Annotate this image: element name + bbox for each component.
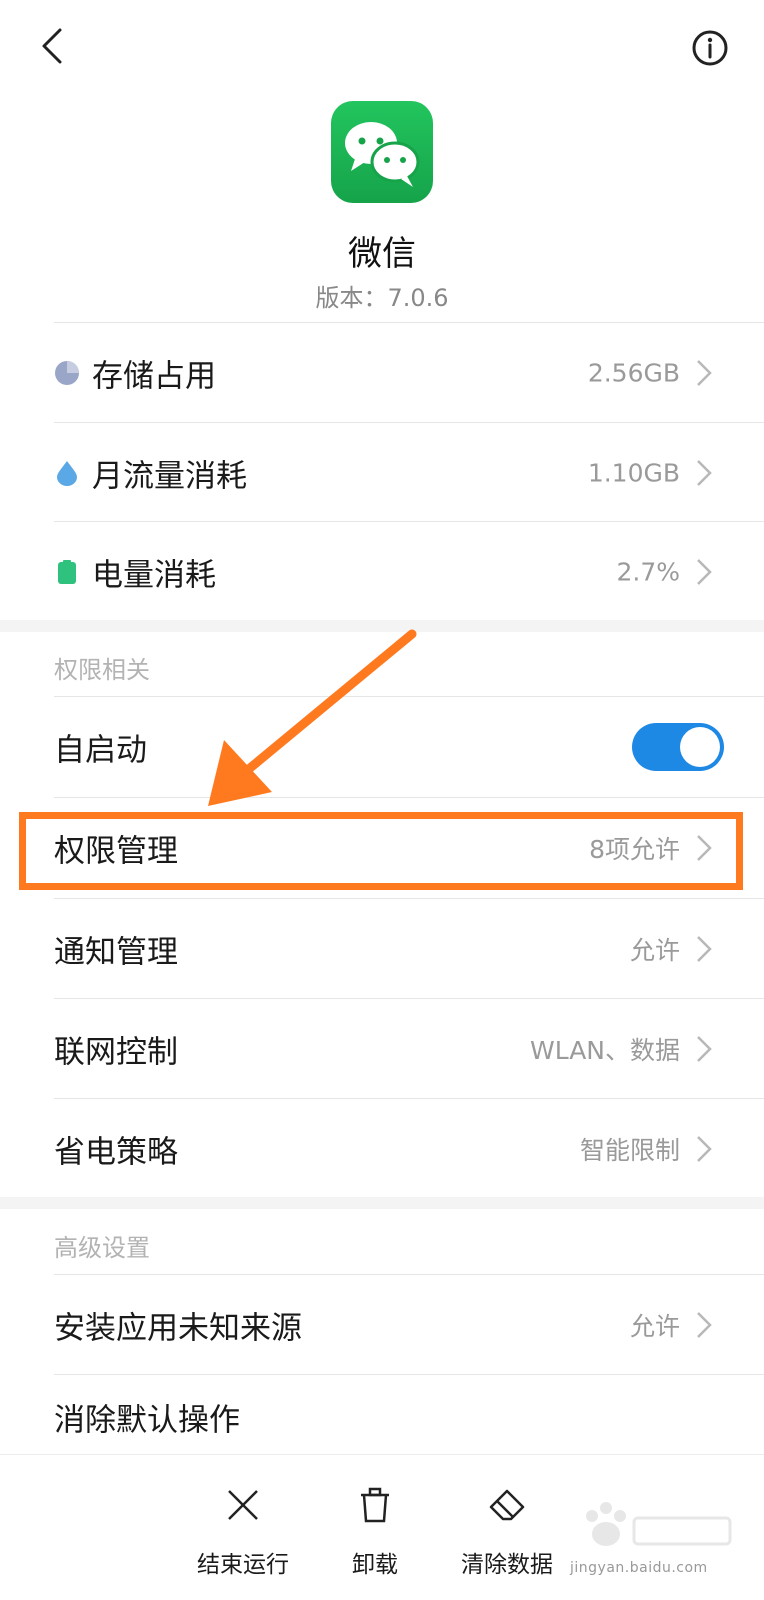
chevron-right-icon <box>697 1312 712 1338</box>
storage-value: 2.56GB <box>587 358 680 388</box>
uninstall-button[interactable]: 卸载 <box>305 1455 445 1600</box>
section-title-advanced: 高级设置 <box>54 1234 150 1262</box>
notification-management-value: 允许 <box>629 936 680 965</box>
battery-row[interactable]: 电量消耗 2.7% <box>0 522 764 622</box>
unknown-sources-value: 允许 <box>629 1312 680 1341</box>
storage-label: 存储占用 <box>92 358 216 395</box>
data-usage-row[interactable]: 月流量消耗 1.10GB <box>0 423 764 523</box>
autostart-label: 自启动 <box>54 732 147 769</box>
data-usage-label: 月流量消耗 <box>92 458 247 495</box>
water-drop-icon <box>57 461 77 486</box>
chevron-right-icon <box>697 1036 712 1062</box>
power-saving-row[interactable]: 省电策略 智能限制 <box>0 1099 764 1199</box>
trash-icon <box>361 1487 389 1523</box>
chevron-right-icon <box>697 1136 712 1162</box>
network-control-label: 联网控制 <box>54 1034 178 1071</box>
data-usage-value: 1.10GB <box>587 458 680 488</box>
storage-row[interactable]: 存储占用 2.56GB <box>0 323 764 423</box>
battery-value: 2.7% <box>616 557 680 587</box>
chevron-right-icon <box>697 936 712 962</box>
clear-defaults-label: 消除默认操作 <box>54 1402 240 1439</box>
eraser-icon <box>489 1489 525 1521</box>
network-control-value: WLAN、数据 <box>529 1036 680 1065</box>
notification-management-row[interactable]: 通知管理 允许 <box>0 899 764 999</box>
section-title-permissions: 权限相关 <box>54 656 150 684</box>
battery-label: 电量消耗 <box>92 557 216 594</box>
app-name: 微信 <box>348 234 416 274</box>
force-stop-label: 结束运行 <box>197 1552 289 1578</box>
close-icon <box>228 1490 258 1520</box>
clear-data-label: 清除数据 <box>461 1552 553 1578</box>
power-saving-value: 智能限制 <box>579 1136 680 1165</box>
network-control-row[interactable]: 联网控制 WLAN、数据 <box>0 999 764 1099</box>
annotation-highlight-box <box>19 812 743 890</box>
annotation-arrow <box>208 629 417 806</box>
unknown-sources-label: 安装应用未知来源 <box>54 1310 302 1347</box>
top-bar <box>0 0 764 96</box>
wechat-app-icon <box>331 101 433 203</box>
unknown-sources-row[interactable]: 安装应用未知来源 允许 <box>0 1275 764 1375</box>
battery-icon <box>58 560 76 584</box>
uninstall-label: 卸载 <box>352 1552 398 1578</box>
chat-bubbles-icon <box>345 122 420 187</box>
watermark-text: jingyan.baidu.com <box>570 1560 708 1576</box>
chevron-right-icon <box>697 360 712 386</box>
chevron-right-icon <box>697 460 712 486</box>
toggle-knob <box>680 727 720 767</box>
pie-chart-icon <box>55 361 79 385</box>
chevron-right-icon <box>697 559 712 585</box>
power-saving-label: 省电策略 <box>54 1134 178 1171</box>
app-version: 版本：7.0.6 <box>315 284 449 312</box>
info-icon[interactable] <box>690 28 730 68</box>
clear-data-button[interactable]: 清除数据 <box>437 1455 577 1600</box>
back-icon[interactable] <box>34 24 78 68</box>
baidu-watermark-logo <box>586 1502 732 1546</box>
notification-management-label: 通知管理 <box>54 934 178 971</box>
force-stop-button[interactable]: 结束运行 <box>173 1455 313 1600</box>
autostart-toggle[interactable] <box>632 723 724 771</box>
section-gap <box>0 1197 764 1209</box>
